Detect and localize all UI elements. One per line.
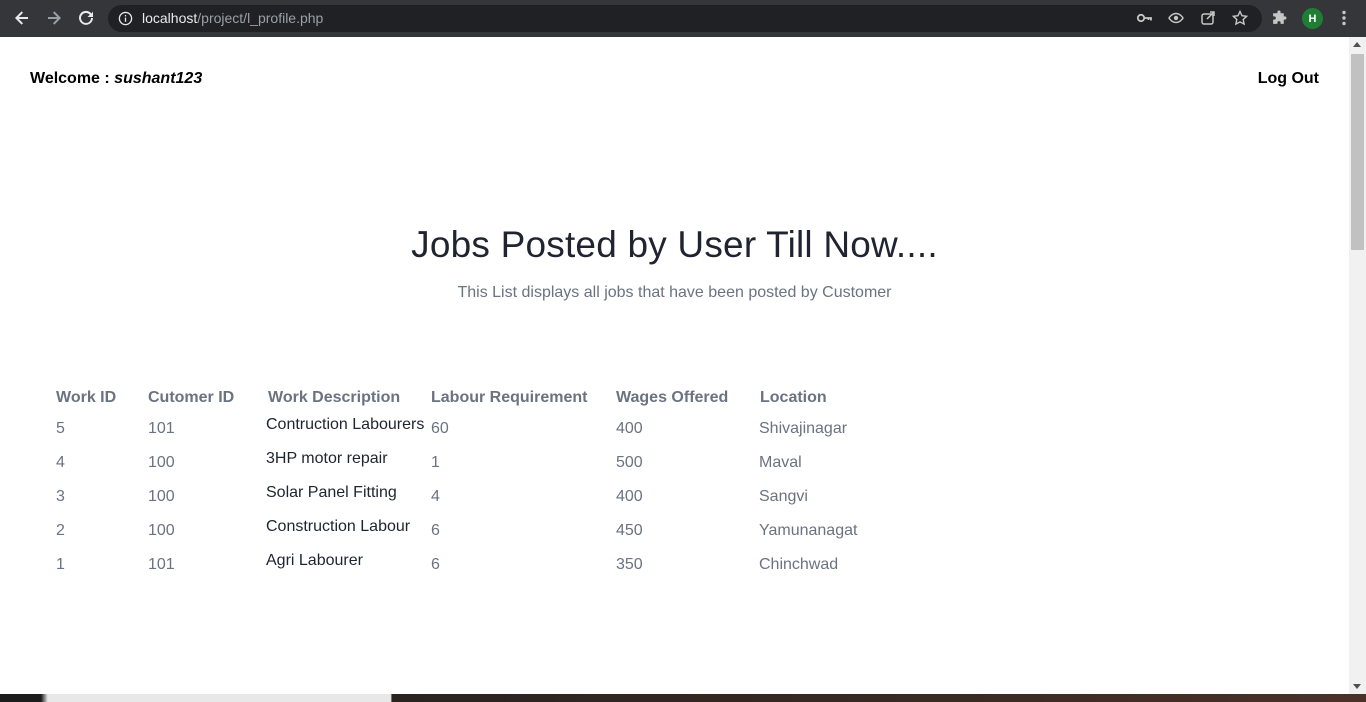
table-row: 2 100 Construction Labour 6 450 Yamunana… — [56, 518, 956, 542]
scroll-up-arrow-icon[interactable] — [1353, 42, 1361, 47]
location-cell: Shivajinagar — [759, 420, 848, 437]
back-arrow-icon[interactable] — [10, 6, 34, 30]
column-header-work-id: Work ID — [56, 389, 117, 406]
url-text: localhost/project/l_profile.php — [142, 10, 323, 26]
table-row: 4 100 3HP motor repair 1 500 Maval — [56, 450, 956, 474]
column-header-customer-id: Cutomer ID — [148, 389, 235, 406]
customer-id-cell: 100 — [148, 522, 175, 539]
labour-requirement-cell: 6 — [431, 556, 440, 573]
address-bar[interactable]: localhost/project/l_profile.php — [108, 5, 1262, 32]
url-path: /project/l_profile.php — [197, 10, 324, 26]
work-id-cell: 1 — [56, 556, 65, 573]
browser-toolbar: localhost/project/l_profile.php H — [0, 0, 1366, 37]
menu-kebab-icon[interactable] — [1335, 9, 1353, 27]
key-icon[interactable] — [1135, 9, 1153, 27]
column-header-work-description: Work Description — [268, 389, 401, 406]
work-description-cell: 3HP motor repair — [266, 450, 388, 467]
page-title: Jobs Posted by User Till Now.... — [411, 224, 938, 265]
welcome-label: Welcome : — [30, 70, 115, 87]
bookmark-star-icon[interactable] — [1231, 9, 1249, 27]
customer-id-cell: 100 — [148, 454, 175, 471]
location-cell: Chinchwad — [759, 556, 839, 573]
eye-icon[interactable] — [1167, 9, 1185, 27]
wages-offered-cell: 400 — [616, 488, 643, 505]
page-subtitle: This List displays all jobs that have be… — [457, 284, 892, 301]
labour-requirement-cell: 60 — [431, 420, 449, 437]
page-content: Welcome : sushant123 Log Out Jobs Posted… — [0, 37, 1349, 694]
customer-id-cell: 100 — [148, 488, 175, 505]
profile-avatar[interactable]: H — [1302, 8, 1323, 29]
work-id-cell: 3 — [56, 488, 65, 505]
welcome-text: Welcome : sushant123 — [30, 70, 202, 88]
scrollbar-thumb[interactable] — [1351, 54, 1364, 250]
reload-icon[interactable] — [74, 6, 98, 30]
table-row: 1 101 Agri Labourer 6 350 Chinchwad — [56, 552, 956, 576]
page-scrollbar[interactable] — [1349, 37, 1366, 694]
os-taskbar — [0, 694, 1366, 702]
work-id-cell: 2 — [56, 522, 65, 539]
url-host: localhost — [142, 10, 198, 26]
username: sushant123 — [114, 70, 203, 87]
wages-offered-cell: 350 — [616, 556, 643, 573]
labour-requirement-cell: 6 — [431, 522, 440, 539]
work-description-cell: Solar Panel Fitting — [266, 484, 397, 501]
column-header-wages-offered: Wages Offered — [616, 389, 729, 406]
site-info-icon[interactable] — [118, 11, 133, 26]
labour-requirement-cell: 1 — [431, 454, 440, 471]
table-row: 5 101 Contruction Labourers 60 400 Shiva… — [56, 416, 956, 440]
work-id-cell: 4 — [56, 454, 65, 471]
customer-id-cell: 101 — [148, 420, 175, 437]
wages-offered-cell: 400 — [616, 420, 643, 437]
scroll-down-arrow-icon[interactable] — [1353, 684, 1361, 689]
location-cell: Maval — [759, 454, 802, 471]
column-header-location: Location — [760, 389, 827, 406]
wages-offered-cell: 500 — [616, 454, 643, 471]
work-description-cell: Agri Labourer — [266, 552, 363, 569]
column-header-labour-requirement: Labour Requirement — [431, 389, 588, 406]
work-description-cell: Contruction Labourers — [266, 416, 425, 433]
table-row: 3 100 Solar Panel Fitting 4 400 Sangvi — [56, 484, 956, 508]
location-cell: Sangvi — [759, 488, 808, 505]
logout-link[interactable]: Log Out — [1258, 70, 1319, 88]
forward-arrow-icon[interactable] — [42, 6, 66, 30]
share-icon[interactable] — [1199, 9, 1217, 27]
wages-offered-cell: 450 — [616, 522, 643, 539]
extensions-puzzle-icon[interactable] — [1270, 9, 1288, 27]
work-description-cell: Construction Labour — [266, 518, 411, 535]
customer-id-cell: 101 — [148, 556, 175, 573]
location-cell: Yamunanagat — [759, 522, 858, 539]
work-id-cell: 5 — [56, 420, 65, 437]
labour-requirement-cell: 4 — [431, 488, 440, 505]
